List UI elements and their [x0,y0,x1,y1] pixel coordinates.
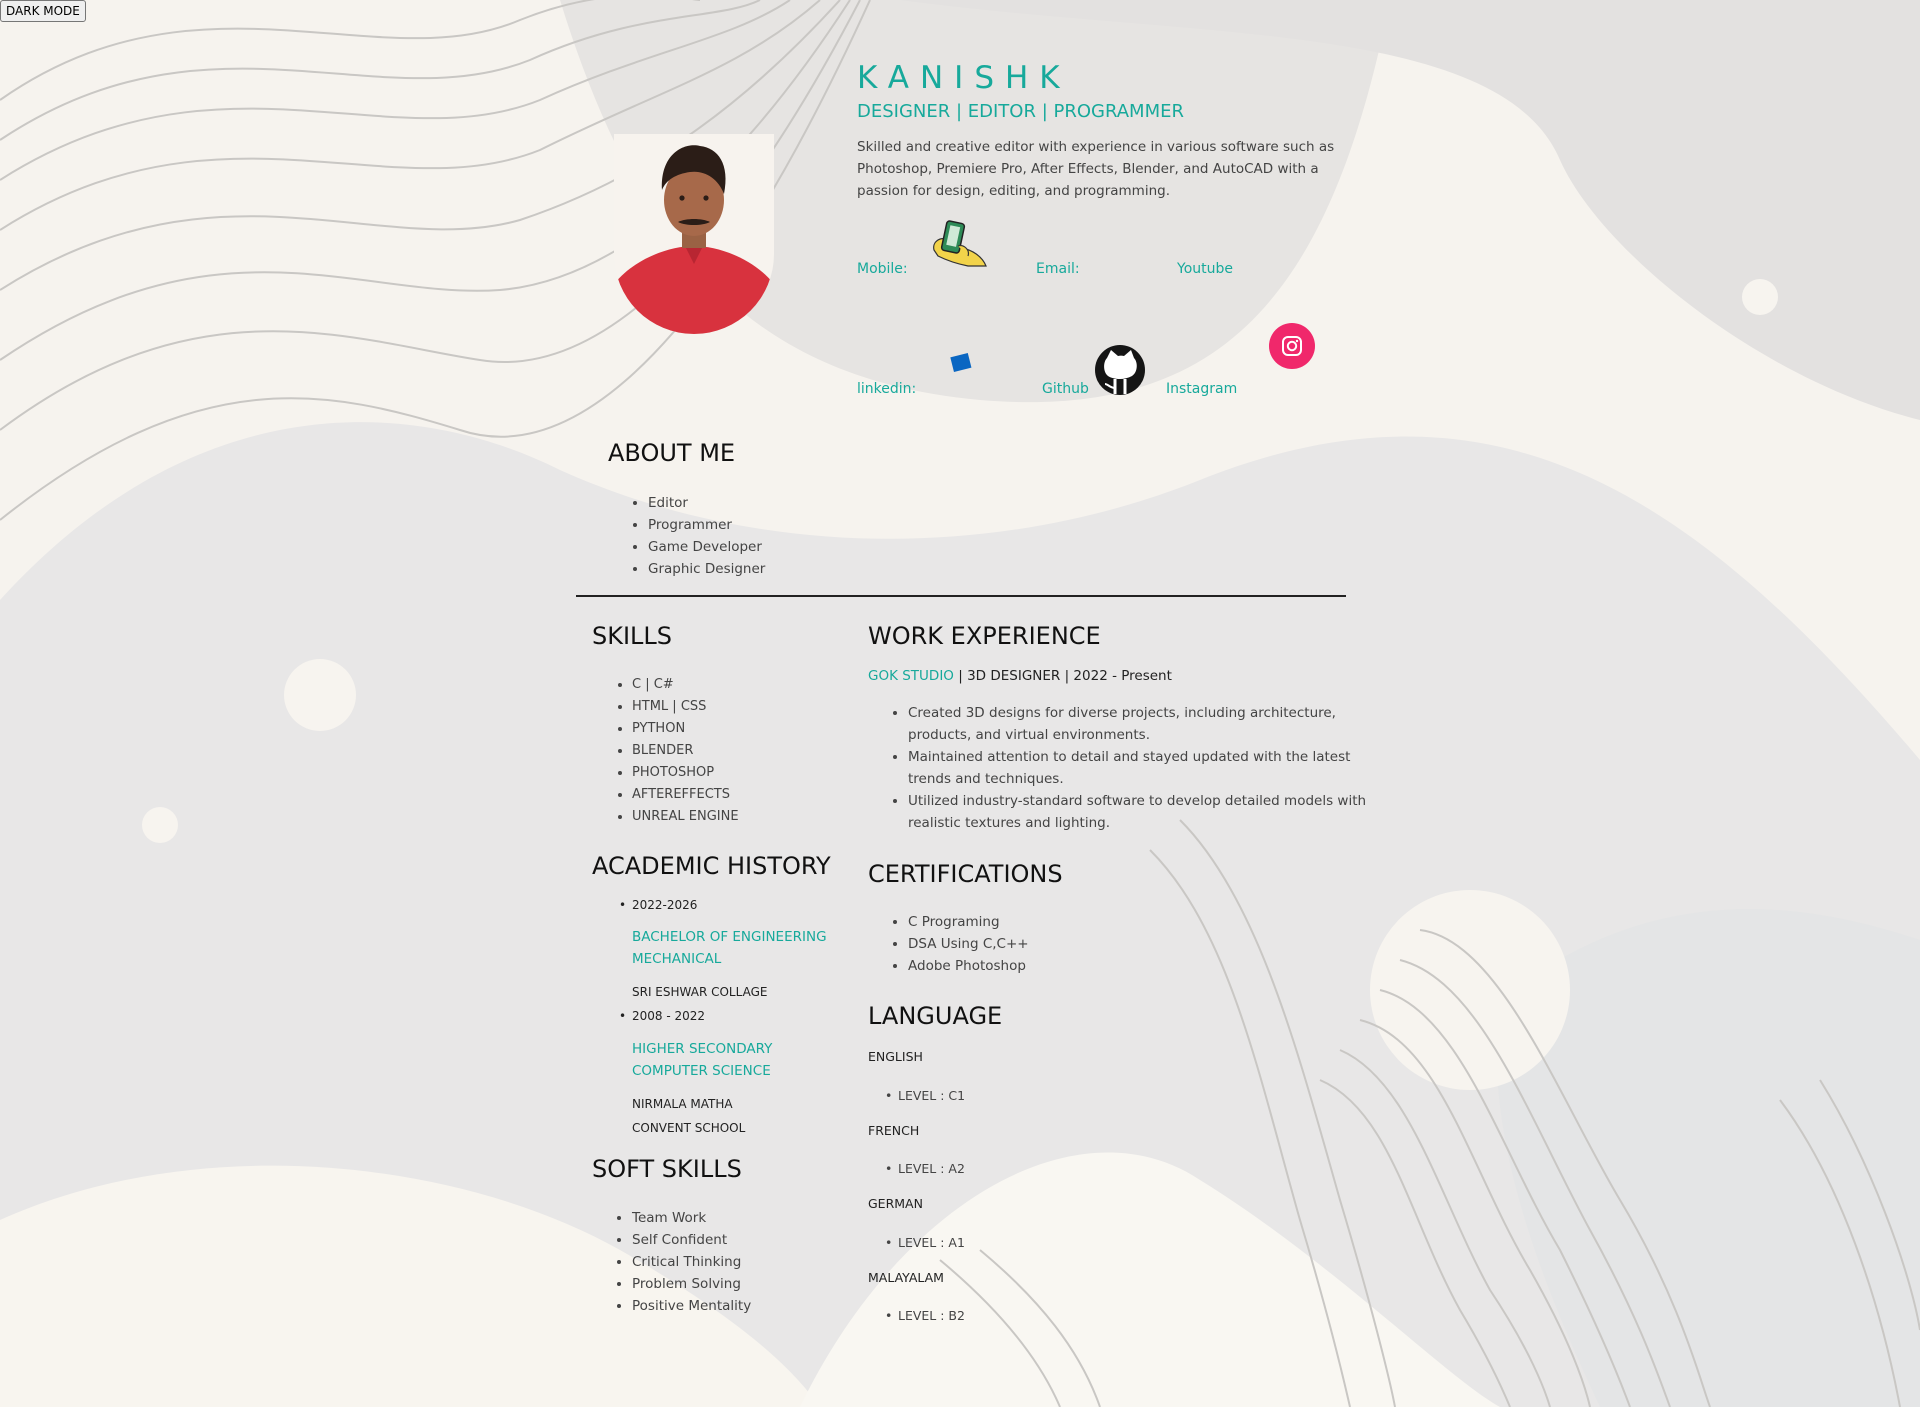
list-item: Positive Mentality [632,1295,751,1317]
academic-degree: BACHELOR OF ENGINEERING MECHANICAL [632,929,827,967]
list-item: UNREAL ENGINE [632,806,739,828]
language-heading: LANGUAGE [868,1002,1003,1030]
skills-heading: SKILLS [592,622,673,650]
list-item: AFTEREFFECTS [632,784,739,806]
list-item: BLENDER [632,740,739,762]
list-item: PYTHON [632,718,739,740]
language-level: LEVEL : A2 [885,1161,965,1176]
language-level: LEVEL : B2 [885,1308,965,1323]
list-item: Self Confident [632,1229,751,1251]
language-name: GERMAN [868,1196,923,1211]
work-company: GOK STUDIO [868,668,954,684]
language-level: LEVEL : A1 [885,1235,965,1250]
work-list: Created 3D designs for diverse projects,… [884,702,1378,834]
list-item: Programmer [648,514,765,536]
github-icon[interactable] [1091,344,1149,396]
profile-role: DESIGNER | EDITOR | PROGRAMMER [857,101,1184,122]
list-item: Team Work [632,1207,751,1229]
dark-mode-button[interactable]: DARK MODE [0,0,86,22]
list-item: Utilized industry-standard software to d… [908,790,1378,834]
list-item: Game Developer [648,536,765,558]
profile-bio: Skilled and creative editor with experie… [857,139,1335,199]
about-heading: ABOUT ME [608,439,736,467]
youtube-link[interactable]: Youtube [1177,261,1233,277]
list-item: Critical Thinking [632,1251,751,1273]
mobile-label: Mobile: [857,261,908,277]
soft-skills-list: Team Work Self Confident Critical Thinki… [608,1207,751,1317]
soft-skills-heading: SOFT SKILLS [592,1155,742,1183]
list-item: Maintained attention to detail and staye… [908,746,1378,790]
academic-heading: ACADEMIC HISTORY [592,852,831,880]
profile-name: KANISHK [857,60,1071,96]
language-name: FRENCH [868,1123,920,1138]
linkedin-icon[interactable] [950,353,972,373]
academic-years: 2008 - 2022 [619,1009,705,1023]
github-label: Github [1042,381,1089,397]
language-name: MALAYALAM [868,1270,944,1285]
list-item: HTML | CSS [632,696,739,718]
section-divider [576,595,1346,597]
academic-school: SRI ESHWAR COLLAGE [632,985,768,999]
list-item: Graphic Designer [648,558,765,580]
academic-years: 2022-2026 [619,898,698,912]
language-name: ENGLISH [868,1049,923,1064]
work-heading: WORK EXPERIENCE [868,622,1101,650]
certifications-list: C Programing DSA Using C,C++ Adobe Photo… [884,911,1029,977]
list-item: Problem Solving [632,1273,751,1295]
skills-list: C | C# HTML | CSS PYTHON BLENDER PHOTOSH… [608,674,739,828]
list-item: Created 3D designs for diverse projects,… [908,702,1378,746]
work-company-line: GOK STUDIO | 3D DESIGNER | 2022 - Presen… [868,668,1172,684]
academic-degree: HIGHER SECONDARY COMPUTER SCIENCE [632,1041,773,1079]
profile-photo [614,134,774,334]
list-item: PHOTOSHOP [632,762,739,784]
list-item: Editor [648,492,765,514]
list-item: C Programing [908,911,1029,933]
instagram-icon[interactable] [1269,323,1315,369]
list-item: C | C# [632,674,739,696]
instagram-label: Instagram [1166,381,1238,397]
certifications-heading: CERTIFICATIONS [868,860,1063,888]
list-item: Adobe Photoshop [908,955,1029,977]
academic-school: NIRMALA MATHA CONVENT SCHOOL [632,1097,746,1135]
work-role: | 3D DESIGNER | 2022 - Present [953,668,1172,684]
language-level: LEVEL : C1 [885,1088,965,1103]
email-label[interactable]: Email: [1036,261,1080,277]
mobile-hand-icon[interactable] [928,220,990,268]
linkedin-label: linkedin: [857,381,917,397]
about-list: Editor Programmer Game Developer Graphic… [624,492,765,580]
list-item: DSA Using C,C++ [908,933,1029,955]
